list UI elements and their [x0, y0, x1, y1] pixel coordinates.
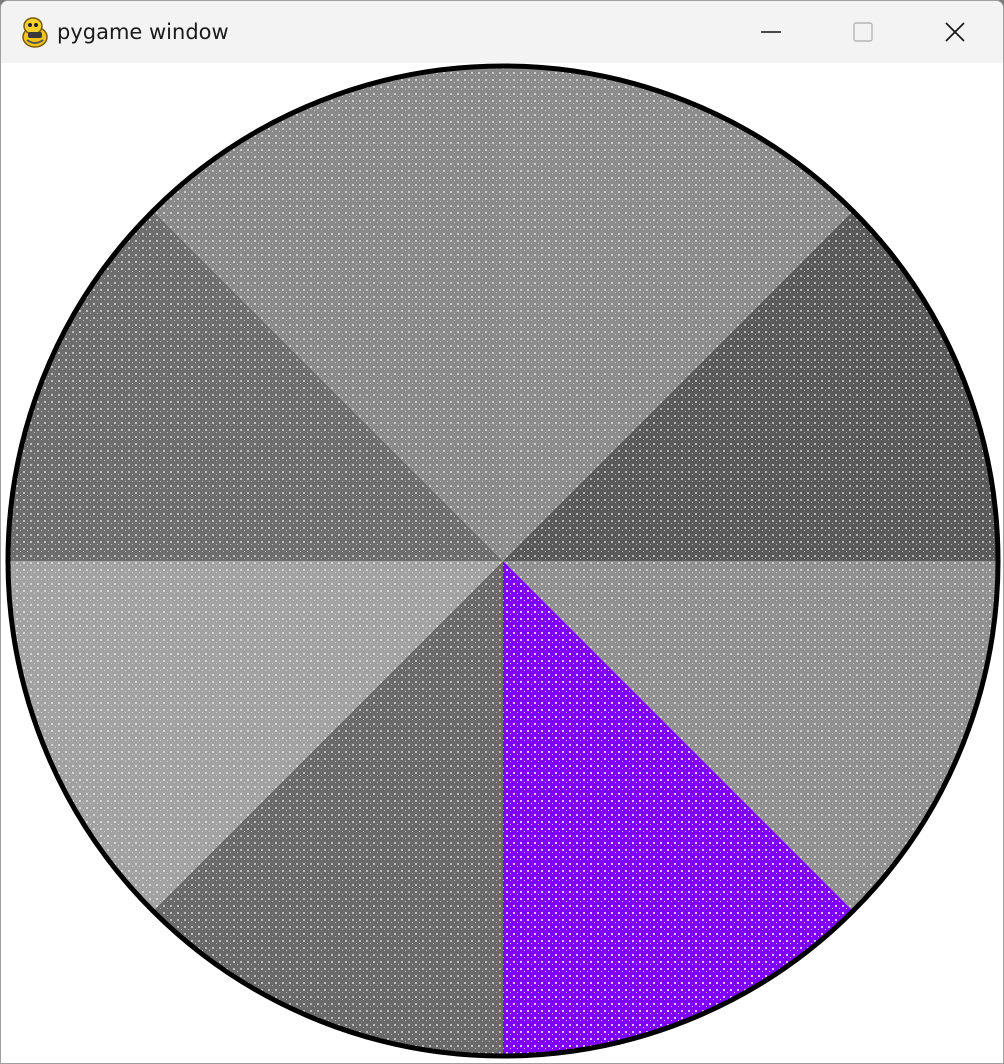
pie-wheel[interactable] [1, 63, 1003, 1063]
game-canvas[interactable] [1, 63, 1003, 1063]
window-title: pygame window [57, 20, 229, 44]
maximize-button[interactable] [817, 1, 909, 63]
maximize-icon [853, 22, 873, 42]
close-icon [945, 22, 965, 42]
minimize-icon [761, 31, 781, 33]
title-bar[interactable]: pygame window [1, 1, 1003, 63]
pygame-window: pygame window [0, 0, 1004, 1064]
close-button[interactable] [909, 1, 1001, 63]
minimize-button[interactable] [725, 1, 817, 63]
pygame-snake-icon [22, 17, 48, 48]
